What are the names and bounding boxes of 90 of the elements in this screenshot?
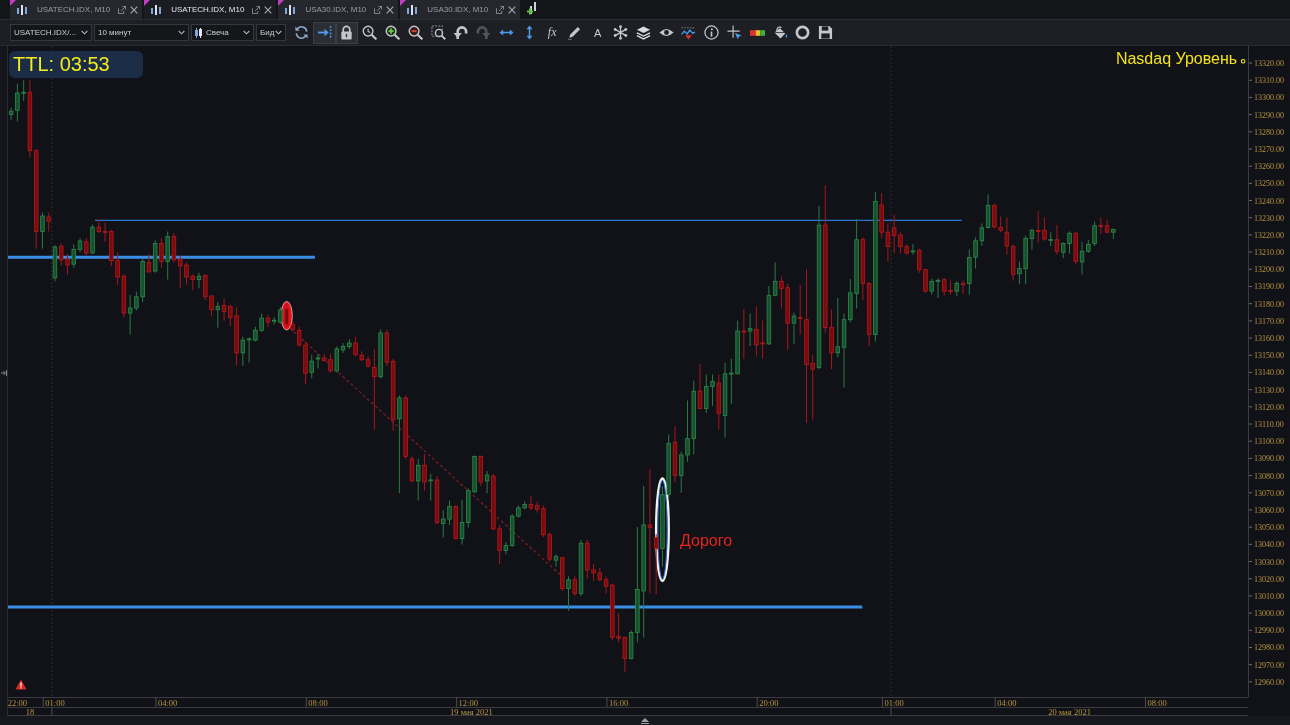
price-label: 13160.00 [1254, 334, 1284, 344]
price-label: 13050.00 [1254, 523, 1284, 533]
price-label: 12960.00 [1254, 677, 1284, 687]
chart-tab[interactable]: USA30.IDX, M10 [278, 0, 399, 19]
price-label: 13060.00 [1254, 505, 1284, 515]
price-label: 13100.00 [1254, 437, 1284, 447]
price-label: 13010.00 [1254, 591, 1284, 601]
candle-icon [195, 27, 202, 38]
price-label: 13140.00 [1254, 368, 1284, 378]
chevron-down-icon [81, 30, 88, 35]
time-label: 08:00 [1147, 697, 1167, 708]
price-label: 13230.00 [1254, 213, 1284, 223]
time-label: 12:00 [458, 697, 478, 708]
close-icon[interactable] [130, 5, 139, 14]
arrow-icon[interactable] [0, 370, 7, 376]
price-label: 13240.00 [1254, 196, 1284, 206]
price-label: 13170.00 [1254, 316, 1284, 326]
price-label: 13260.00 [1254, 162, 1284, 172]
countdown-timer: TTL: 03:53 [9, 51, 143, 78]
chevron-down-icon [243, 30, 250, 35]
ring-icon [1241, 59, 1245, 64]
corner-mark-icon [10, 0, 16, 6]
warning-icon [15, 679, 27, 690]
chart-tab[interactable]: USATECH.IDX, M10 [10, 0, 143, 19]
price-label: 13180.00 [1254, 299, 1284, 309]
close-icon[interactable] [386, 5, 395, 14]
price-label: 13220.00 [1254, 230, 1284, 240]
close-icon[interactable] [264, 5, 273, 14]
chart-label: Дорого [680, 532, 733, 550]
price-label: 13030.00 [1254, 557, 1284, 567]
time-label: 16:00 [608, 697, 629, 708]
chart-note: Nasdaq Уровень [1115, 50, 1238, 68]
price-label: 13080.00 [1254, 471, 1284, 481]
dropdown[interactable]: Бид [256, 24, 286, 41]
price-label: 13290.00 [1254, 110, 1284, 120]
corner-mark-icon [400, 0, 407, 6]
dropdown[interactable]: 10 минут [94, 24, 189, 41]
price-label: 12980.00 [1254, 643, 1284, 653]
price-label: 13200.00 [1254, 265, 1284, 275]
chart-tab[interactable]: USATECH.IDX, M10 [144, 0, 277, 19]
price-label: 13130.00 [1254, 385, 1284, 395]
dropdown[interactable]: Свеча [191, 24, 254, 41]
time-label: 04:00 [158, 697, 178, 708]
time-label: 01:00 [45, 697, 65, 708]
price-label: 13270.00 [1254, 144, 1284, 154]
time-label: 08:00 [308, 697, 328, 708]
price-label: 13190.00 [1254, 282, 1284, 292]
price-label: 13120.00 [1254, 402, 1284, 412]
corner-mark-icon [278, 0, 285, 6]
bar-chart-icon [151, 4, 162, 15]
price-label: 13040.00 [1254, 540, 1284, 550]
price-label: 13300.00 [1254, 93, 1284, 103]
time-label: 04:00 [997, 697, 1017, 708]
date-label: 20 мая 2021 [1048, 706, 1091, 716]
bar-chart-icon [285, 4, 296, 15]
date-label: 18 [25, 706, 35, 716]
text-tool-button[interactable]: A [586, 21, 610, 44]
caret-up-icon[interactable] [641, 717, 649, 724]
price-label: 13090.00 [1254, 454, 1284, 464]
formula-button[interactable]: fx [540, 21, 564, 44]
popout-icon[interactable] [118, 5, 127, 14]
time-label: 22:00 [8, 697, 28, 708]
color-bar-icon[interactable] [749, 29, 765, 36]
price-label: 12970.00 [1254, 660, 1284, 670]
price-label: 13150.00 [1254, 351, 1284, 361]
bar-chart-icon [17, 4, 27, 15]
price-label: 13310.00 [1254, 76, 1284, 86]
add-chart-icon[interactable] [527, 2, 538, 15]
chart-tab[interactable]: USA30.IDX, M10 [400, 0, 521, 19]
popout-icon[interactable] [252, 5, 261, 14]
price-label: 13110.00 [1254, 420, 1284, 429]
chevron-down-icon [178, 30, 185, 35]
price-label: 13210.00 [1254, 248, 1284, 258]
bar-chart-icon [407, 4, 418, 15]
price-label: 13280.00 [1254, 127, 1284, 137]
price-label: 13250.00 [1254, 179, 1284, 189]
time-label: 01:00 [884, 697, 904, 708]
date-label: 19 мая 2021 [450, 706, 493, 716]
close-icon[interactable] [508, 5, 517, 14]
corner-mark-icon [144, 0, 151, 6]
popout-icon[interactable] [374, 5, 383, 14]
chevron-down-icon [275, 30, 282, 35]
price-label: 13000.00 [1254, 609, 1284, 619]
time-label: 20:00 [759, 697, 779, 708]
price-label: 13070.00 [1254, 488, 1284, 498]
popout-icon[interactable] [496, 5, 505, 14]
price-label: 13020.00 [1254, 574, 1284, 584]
price-label: 13320.00 [1254, 59, 1284, 68]
dropdown[interactable]: USATECH.IDX/... [10, 24, 92, 41]
price-label: 12990.00 [1254, 626, 1284, 636]
